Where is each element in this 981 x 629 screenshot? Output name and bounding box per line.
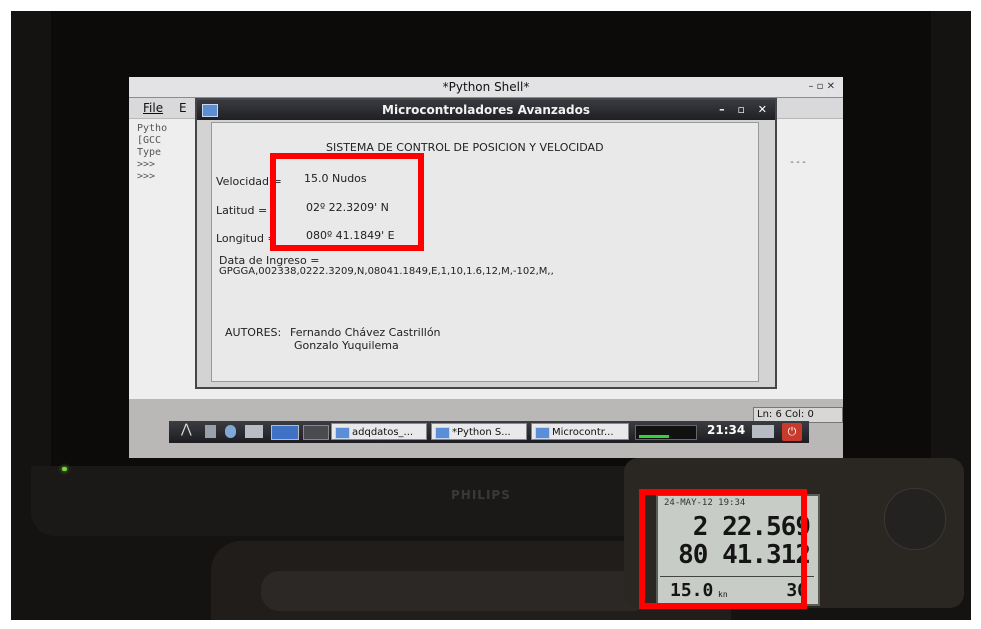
file-manager-icon[interactable]: [225, 425, 236, 438]
status-col: Col: 0: [785, 409, 814, 420]
latitude-label: Latitud =: [216, 204, 268, 217]
power-icon[interactable]: ⏻: [782, 423, 802, 441]
menu-file[interactable]: File: [143, 98, 163, 118]
taskbar-button-label: *Python S...: [452, 427, 511, 438]
power-led: [62, 467, 67, 471]
clock[interactable]: 21:34: [707, 423, 745, 437]
minimize-icon[interactable]: –: [719, 103, 725, 116]
mc-window-title: Microcontroladores Avanzados: [382, 103, 590, 117]
workspace-1-icon[interactable]: [271, 425, 299, 440]
cpu-monitor-icon: [635, 425, 697, 440]
monitor-stand-highlight: [261, 571, 651, 611]
window-icon: [335, 427, 350, 439]
screen-lock-icon[interactable]: [752, 425, 774, 438]
taskbar-button-label: Microcontr...: [552, 427, 614, 438]
close-icon[interactable]: ✕: [758, 103, 767, 116]
shell-line: [GCC: [137, 135, 162, 146]
taskbar-button-adqdatos[interactable]: adqdatos_...: [331, 423, 427, 440]
maximize-icon[interactable]: ▫: [737, 103, 744, 116]
authors-label: AUTORES:: [225, 326, 282, 339]
highlight-box-gps: [639, 489, 807, 609]
author-2: Gonzalo Yuquilema: [294, 339, 399, 352]
gps-keypad: [884, 488, 946, 550]
highlight-box-software: [270, 153, 424, 251]
shell-line: Pytho: [137, 123, 168, 134]
shell-dashes: ---: [789, 157, 808, 168]
shell-window-title: *Python Shell* – ▫ ✕: [129, 77, 843, 98]
cpu-graph: [639, 435, 669, 438]
menu-edit[interactable]: E: [179, 98, 187, 118]
data-ingreso-value: GPGGA,002338,0222.3209,N,08041.1849,E,1,…: [219, 266, 554, 277]
longitude-label: Longitud =: [216, 232, 277, 245]
photo: PHILIPS *Python Shell* – ▫ ✕ File E Pyth…: [11, 11, 971, 620]
monitor-brand: PHILIPS: [451, 488, 511, 502]
author-1: Fernando Chávez Castrillón: [290, 326, 441, 339]
shell-prompt: >>>: [137, 171, 156, 182]
window-icon: [202, 104, 218, 117]
shell-title-text: *Python Shell*: [442, 80, 530, 94]
window-icon: [435, 427, 450, 439]
workspace-2-icon[interactable]: [303, 425, 329, 440]
windows-icon[interactable]: [245, 425, 263, 438]
window-icon: [535, 427, 550, 439]
shell-prompt: >>>: [137, 159, 156, 170]
mc-window-titlebar[interactable]: Microcontroladores Avanzados – ▫ ✕: [197, 100, 775, 120]
desktop-icon[interactable]: [205, 425, 216, 438]
taskbar-button-label: adqdatos_...: [352, 427, 414, 438]
shell-window-controls[interactable]: – ▫ ✕: [808, 77, 835, 97]
taskbar: ⋀ adqdatos_... *Python S... Microcontr..…: [169, 421, 809, 443]
taskbar-button-microcontroladores[interactable]: Microcontr...: [531, 423, 629, 440]
mc-window-controls: – ▫ ✕: [710, 100, 767, 120]
start-menu-icon[interactable]: ⋀: [181, 422, 192, 437]
taskbar-button-python-shell[interactable]: *Python S...: [431, 423, 527, 440]
desktop-screen: *Python Shell* – ▫ ✕ File E Pytho [GCC T…: [129, 77, 843, 458]
status-line: Ln: 6: [757, 409, 782, 420]
shell-line: Type: [137, 147, 162, 158]
